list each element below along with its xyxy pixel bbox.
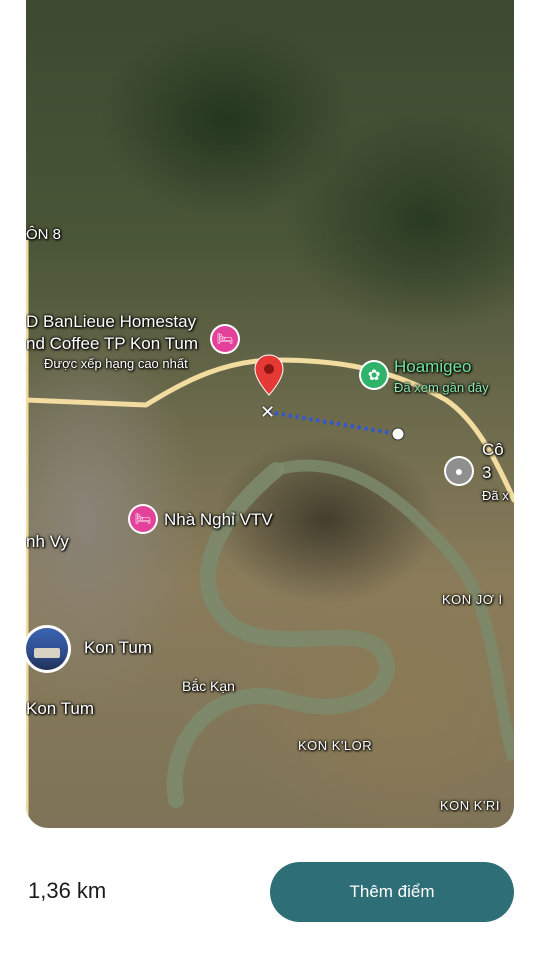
kon-tum-city-image[interactable] xyxy=(26,628,68,670)
hotel-icon[interactable]: 🛏 xyxy=(130,506,156,532)
homestay-sublabel: Được xếp hạng cao nhất xyxy=(44,356,188,371)
kon-jo-label: KON JƠ I xyxy=(442,592,503,607)
flower-icon[interactable]: ✿ xyxy=(361,362,387,388)
river-east xyxy=(274,459,514,762)
kon-klor-label: KON K'LOR xyxy=(298,738,373,753)
distance-readout: 1,36 km xyxy=(28,878,107,903)
kon-kri-label: KON K'RI xyxy=(440,798,500,813)
kon-tum-city-label[interactable]: Kon Tum xyxy=(84,638,152,658)
homestay-label-line2[interactable]: nd Coffee TP Kon Tum xyxy=(26,334,198,354)
measure-line xyxy=(267,410,399,436)
co-label-line2[interactable]: 3 xyxy=(482,463,491,483)
nha-nghi-label[interactable]: Nhà Nghỉ VTV xyxy=(164,510,273,530)
nh-vy-label: nh Vy xyxy=(26,532,69,551)
location-pin-icon[interactable] xyxy=(254,354,284,396)
co-sublabel: Đã x xyxy=(482,488,509,503)
measure-endpoint xyxy=(391,427,405,441)
hoamigeo-sublabel: Đã xem gần đây xyxy=(394,380,489,395)
co-label-line1[interactable]: Cô xyxy=(482,440,504,460)
hoamigeo-label[interactable]: Hoamigeo xyxy=(394,357,472,377)
hotel-icon[interactable]: 🛏 xyxy=(212,326,238,352)
area-label-on8: ÔN 8 xyxy=(26,226,62,243)
kon-tum-left-label: Kon Tum xyxy=(26,699,95,718)
add-point-button[interactable]: Thêm điểm xyxy=(270,862,514,922)
homestay-label-line1[interactable]: D BanLieue Homestay xyxy=(26,312,196,332)
satellite-map[interactable]: ÔN 8 D BanLieue Homestay nd Coffee TP Ko… xyxy=(26,0,514,828)
bac-kan-label: Bắc Kạn xyxy=(182,678,235,694)
place-icon[interactable]: ● xyxy=(446,458,472,484)
close-icon[interactable]: ✕ xyxy=(260,402,275,423)
